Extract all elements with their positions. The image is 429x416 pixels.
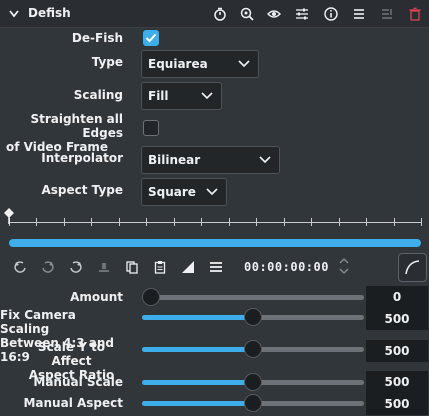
- timeline-tick: [339, 218, 340, 226]
- curve-icon: [405, 260, 420, 275]
- stamp-icon[interactable]: [96, 259, 112, 275]
- aspect-type-value: Square: [148, 185, 196, 199]
- timeline-tick: [284, 218, 285, 226]
- interpolator-combobox[interactable]: Bilinear: [141, 146, 280, 174]
- info-icon[interactable]: [323, 6, 339, 22]
- manual-scale-slider[interactable]: [142, 373, 364, 391]
- timecode-field[interactable]: 00:00:00:00: [244, 260, 329, 274]
- fix-camera-scaling-value[interactable]: 500: [366, 308, 428, 330]
- checkmark-icon: [145, 33, 157, 43]
- timeline-tick: [91, 218, 92, 226]
- timeline-tick: [394, 218, 395, 226]
- straighten-label-line1: Straighten all Edges: [30, 112, 123, 140]
- collapse-arrow-icon[interactable]: [9, 10, 19, 18]
- timeline-tick: [201, 218, 202, 226]
- timer-icon[interactable]: [212, 6, 228, 22]
- timeline-tick: [256, 218, 257, 226]
- defish-checkbox[interactable]: [143, 30, 159, 46]
- effect-title: Defish: [28, 6, 71, 20]
- effect-header: Defish: [0, 0, 429, 28]
- aspect-type-label: Aspect Type: [41, 183, 124, 197]
- save-preset-icon[interactable]: [379, 6, 395, 22]
- type-label: Type: [91, 55, 123, 69]
- manual-aspect-slider[interactable]: [142, 394, 364, 412]
- keyframe-marker-icon[interactable]: [3, 207, 15, 224]
- timeline-tick: [146, 218, 147, 226]
- manual-scale-value[interactable]: 500: [366, 371, 428, 393]
- manual-aspect-slider-fill: [142, 401, 253, 406]
- menu-icon[interactable]: [351, 6, 367, 22]
- timeline-ruler[interactable]: [9, 222, 421, 223]
- interpolation-ramp-icon[interactable]: [180, 259, 196, 275]
- amount-slider-handle[interactable]: [142, 288, 160, 306]
- fix-camera-scaling-label-line1: Fix Camera Scaling: [0, 308, 76, 336]
- sliders-icon[interactable]: [294, 6, 310, 22]
- amount-label: Amount: [70, 290, 123, 304]
- manual-aspect-value[interactable]: 500: [366, 393, 428, 415]
- scale-y-slider[interactable]: [142, 340, 364, 358]
- manual-scale-label: Manual Scale: [33, 375, 123, 389]
- straighten-checkbox[interactable]: [143, 120, 159, 136]
- manual-aspect-label: Manual Aspect: [23, 396, 123, 410]
- scaling-value: Fill: [148, 89, 169, 103]
- interpolator-label: Interpolator: [41, 151, 123, 165]
- aspect-type-combobox[interactable]: Square: [141, 178, 227, 206]
- zoom-icon[interactable]: [239, 6, 255, 22]
- timeline-tick: [366, 218, 367, 226]
- timeline-tick: [229, 218, 230, 226]
- straighten-label: Straighten all Edges of Video Frame: [2, 112, 123, 154]
- chevron-down-icon: [259, 156, 271, 164]
- scale-y-value[interactable]: 500: [366, 340, 428, 362]
- scaling-label: Scaling: [73, 88, 123, 102]
- fix-camera-scaling-slider-fill: [142, 315, 253, 320]
- curve-editor-button[interactable]: [398, 253, 427, 282]
- next-keyframe-icon[interactable]: [68, 259, 84, 275]
- amount-slider[interactable]: [142, 288, 364, 306]
- defish-label: De-Fish: [71, 31, 123, 45]
- trash-icon[interactable]: [407, 6, 423, 22]
- eye-icon[interactable]: [266, 6, 282, 22]
- interpolator-value: Bilinear: [148, 153, 201, 167]
- chevron-down-icon: [238, 60, 250, 68]
- timeline-tick: [311, 218, 312, 226]
- amount-value[interactable]: 0: [366, 286, 428, 308]
- timeline-tick: [174, 218, 175, 226]
- chevron-down-icon: [201, 92, 213, 100]
- fix-camera-scaling-slider[interactable]: [142, 308, 364, 326]
- timeline-tick: [119, 218, 120, 226]
- scale-y-slider-handle[interactable]: [244, 340, 262, 358]
- timeline-tick: [64, 218, 65, 226]
- keyframe-track[interactable]: [9, 239, 421, 247]
- manual-aspect-slider-handle[interactable]: [244, 394, 262, 412]
- type-value: Equiarea: [148, 57, 208, 71]
- scale-y-slider-fill: [142, 347, 253, 352]
- options-menu-icon[interactable]: [208, 259, 224, 275]
- timeline-tick: [36, 218, 37, 226]
- scaling-combobox[interactable]: Fill: [141, 82, 222, 110]
- previous-keyframe-icon[interactable]: [12, 259, 28, 275]
- copy-icon[interactable]: [124, 259, 140, 275]
- paste-icon[interactable]: [152, 259, 168, 275]
- timeline-tick: [421, 218, 422, 226]
- fix-camera-scaling-slider-handle[interactable]: [244, 308, 262, 326]
- scale-y-label-line1: Scale Y to Affect: [37, 340, 106, 368]
- timecode-spinner-icon[interactable]: [338, 257, 350, 275]
- type-combobox[interactable]: Equiarea: [141, 50, 259, 78]
- chevron-down-icon: [206, 188, 218, 196]
- add-keyframe-icon[interactable]: [40, 259, 56, 275]
- manual-scale-slider-handle[interactable]: [244, 373, 262, 391]
- manual-scale-slider-fill: [142, 380, 253, 385]
